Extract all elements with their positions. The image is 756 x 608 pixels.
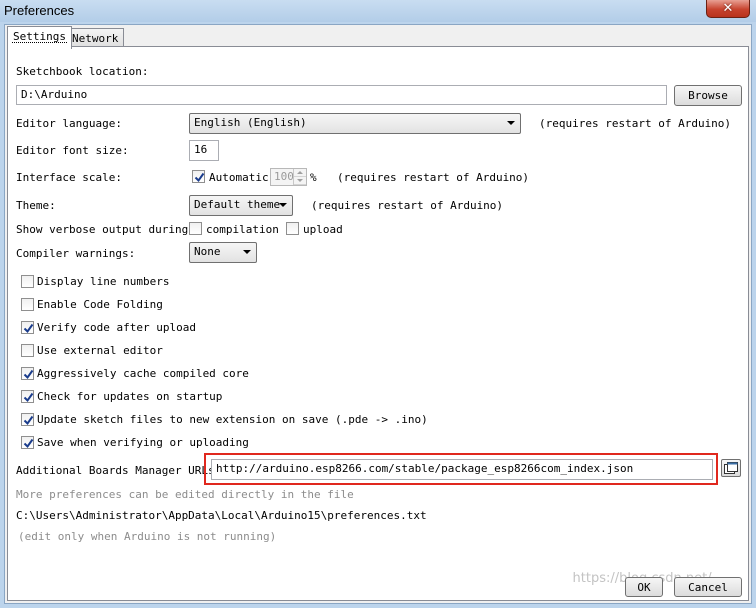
title-bar[interactable]: Preferences ✕ xyxy=(0,0,756,22)
interface-scale-note: (requires restart of Arduino) xyxy=(337,171,530,184)
verbose-label: Show verbose output during: xyxy=(16,223,195,236)
edit-urls-button[interactable] xyxy=(721,459,741,477)
boards-manager-urls-value: http://arduino.esp8266.com/stable/packag… xyxy=(216,462,634,475)
spinner-down-icon[interactable] xyxy=(294,177,306,185)
editor-font-size-value: 16 xyxy=(194,143,208,156)
theme-value: Default theme xyxy=(194,198,281,211)
sketchbook-label: Sketchbook location: xyxy=(16,65,149,78)
theme-select[interactable]: Default theme xyxy=(189,195,293,216)
option-update-extension-checkbox[interactable] xyxy=(21,413,34,426)
boards-manager-urls-input[interactable]: http://arduino.esp8266.com/stable/packag… xyxy=(211,459,713,480)
option-check-updates-checkbox[interactable] xyxy=(21,390,34,403)
option-use-external-editor-checkbox[interactable] xyxy=(21,344,34,357)
verbose-compilation-label: compilation xyxy=(206,223,279,236)
close-button[interactable]: ✕ xyxy=(706,0,750,18)
option-cache-compiled-core-checkbox[interactable] xyxy=(21,367,34,380)
interface-scale-automatic-checkbox[interactable] xyxy=(192,170,205,183)
editor-font-size-input[interactable]: 16 xyxy=(189,140,219,161)
interface-scale-unit: % xyxy=(310,171,317,184)
settings-panel: Sketchbook location: D:\Arduino Browse E… xyxy=(7,46,749,601)
editor-font-size-label: Editor font size: xyxy=(16,144,129,157)
sketchbook-location-value: D:\Arduino xyxy=(21,88,88,101)
editor-language-select[interactable]: English (English) xyxy=(189,113,521,134)
browse-button-label: Browse xyxy=(688,89,728,102)
sketchbook-location-input[interactable]: D:\Arduino xyxy=(16,85,667,105)
spinner-buttons[interactable] xyxy=(293,169,306,185)
checkmark-icon xyxy=(194,172,205,183)
cancel-button[interactable]: Cancel xyxy=(674,577,742,597)
option-cache-compiled-core-label: Aggressively cache compiled core xyxy=(37,367,249,380)
option-update-extension-label: Update sketch files to new extension on … xyxy=(37,413,428,426)
compiler-warnings-select[interactable]: None xyxy=(189,242,257,263)
ok-button-label: OK xyxy=(637,580,651,594)
tab-network-label: Network xyxy=(72,32,119,45)
chevron-down-icon xyxy=(279,203,287,207)
compiler-warnings-value: None xyxy=(194,245,221,258)
editor-language-value: English (English) xyxy=(194,116,307,129)
tab-network[interactable]: Network xyxy=(66,28,125,47)
option-verify-after-upload-label: Verify code after upload xyxy=(37,321,196,334)
editor-language-label: Editor language: xyxy=(16,117,122,130)
tab-settings[interactable]: Settings xyxy=(7,26,72,49)
ok-button[interactable]: OK xyxy=(625,577,663,597)
interface-scale-automatic-label: Automatic xyxy=(209,171,269,184)
theme-label: Theme: xyxy=(16,199,56,212)
window-list-icon xyxy=(724,462,738,474)
dialog-body: Settings Network Sketchbook location: D:… xyxy=(4,24,752,604)
interface-scale-value: 100 xyxy=(274,170,294,183)
option-display-line-numbers-label: Display line numbers xyxy=(37,275,170,288)
browse-button[interactable]: Browse xyxy=(674,85,742,106)
option-check-updates-label: Check for updates on startup xyxy=(37,390,223,403)
preferences-file-path: C:\Users\Administrator\AppData\Local\Ard… xyxy=(16,509,427,522)
tab-settings-label: Settings xyxy=(13,30,66,43)
more-preferences-text: More preferences can be edited directly … xyxy=(16,488,354,501)
checkmark-icon xyxy=(23,438,34,449)
option-save-when-verifying-checkbox[interactable] xyxy=(21,436,34,449)
option-enable-code-folding-label: Enable Code Folding xyxy=(37,298,163,311)
boards-manager-label: Additional Boards Manager URLs: xyxy=(16,464,222,477)
verbose-compilation-checkbox[interactable] xyxy=(189,222,202,235)
close-icon: ✕ xyxy=(722,1,734,16)
checkmark-icon xyxy=(23,415,34,426)
verbose-upload-label: upload xyxy=(303,223,343,236)
window-title: Preferences xyxy=(4,3,75,18)
editor-language-note: (requires restart of Arduino) xyxy=(539,117,732,130)
option-enable-code-folding-checkbox[interactable] xyxy=(21,298,34,311)
option-use-external-editor-label: Use external editor xyxy=(37,344,163,357)
chevron-down-icon xyxy=(507,121,515,125)
interface-scale-label: Interface scale: xyxy=(16,171,122,184)
verbose-upload-checkbox[interactable] xyxy=(286,222,299,235)
checkmark-icon xyxy=(23,392,34,403)
checkmark-icon xyxy=(23,369,34,380)
interface-scale-spinner[interactable]: 100 xyxy=(270,168,307,186)
chevron-down-icon xyxy=(243,250,251,254)
cancel-button-label: Cancel xyxy=(688,580,728,594)
edit-only-note: (edit only when Arduino is not running) xyxy=(18,530,277,543)
checkmark-icon xyxy=(23,323,34,334)
option-verify-after-upload-checkbox[interactable] xyxy=(21,321,34,334)
theme-note: (requires restart of Arduino) xyxy=(311,199,504,212)
option-save-when-verifying-label: Save when verifying or uploading xyxy=(37,436,249,449)
option-display-line-numbers-checkbox[interactable] xyxy=(21,275,34,288)
spinner-up-icon[interactable] xyxy=(294,169,306,177)
compiler-warnings-label: Compiler warnings: xyxy=(16,247,136,260)
